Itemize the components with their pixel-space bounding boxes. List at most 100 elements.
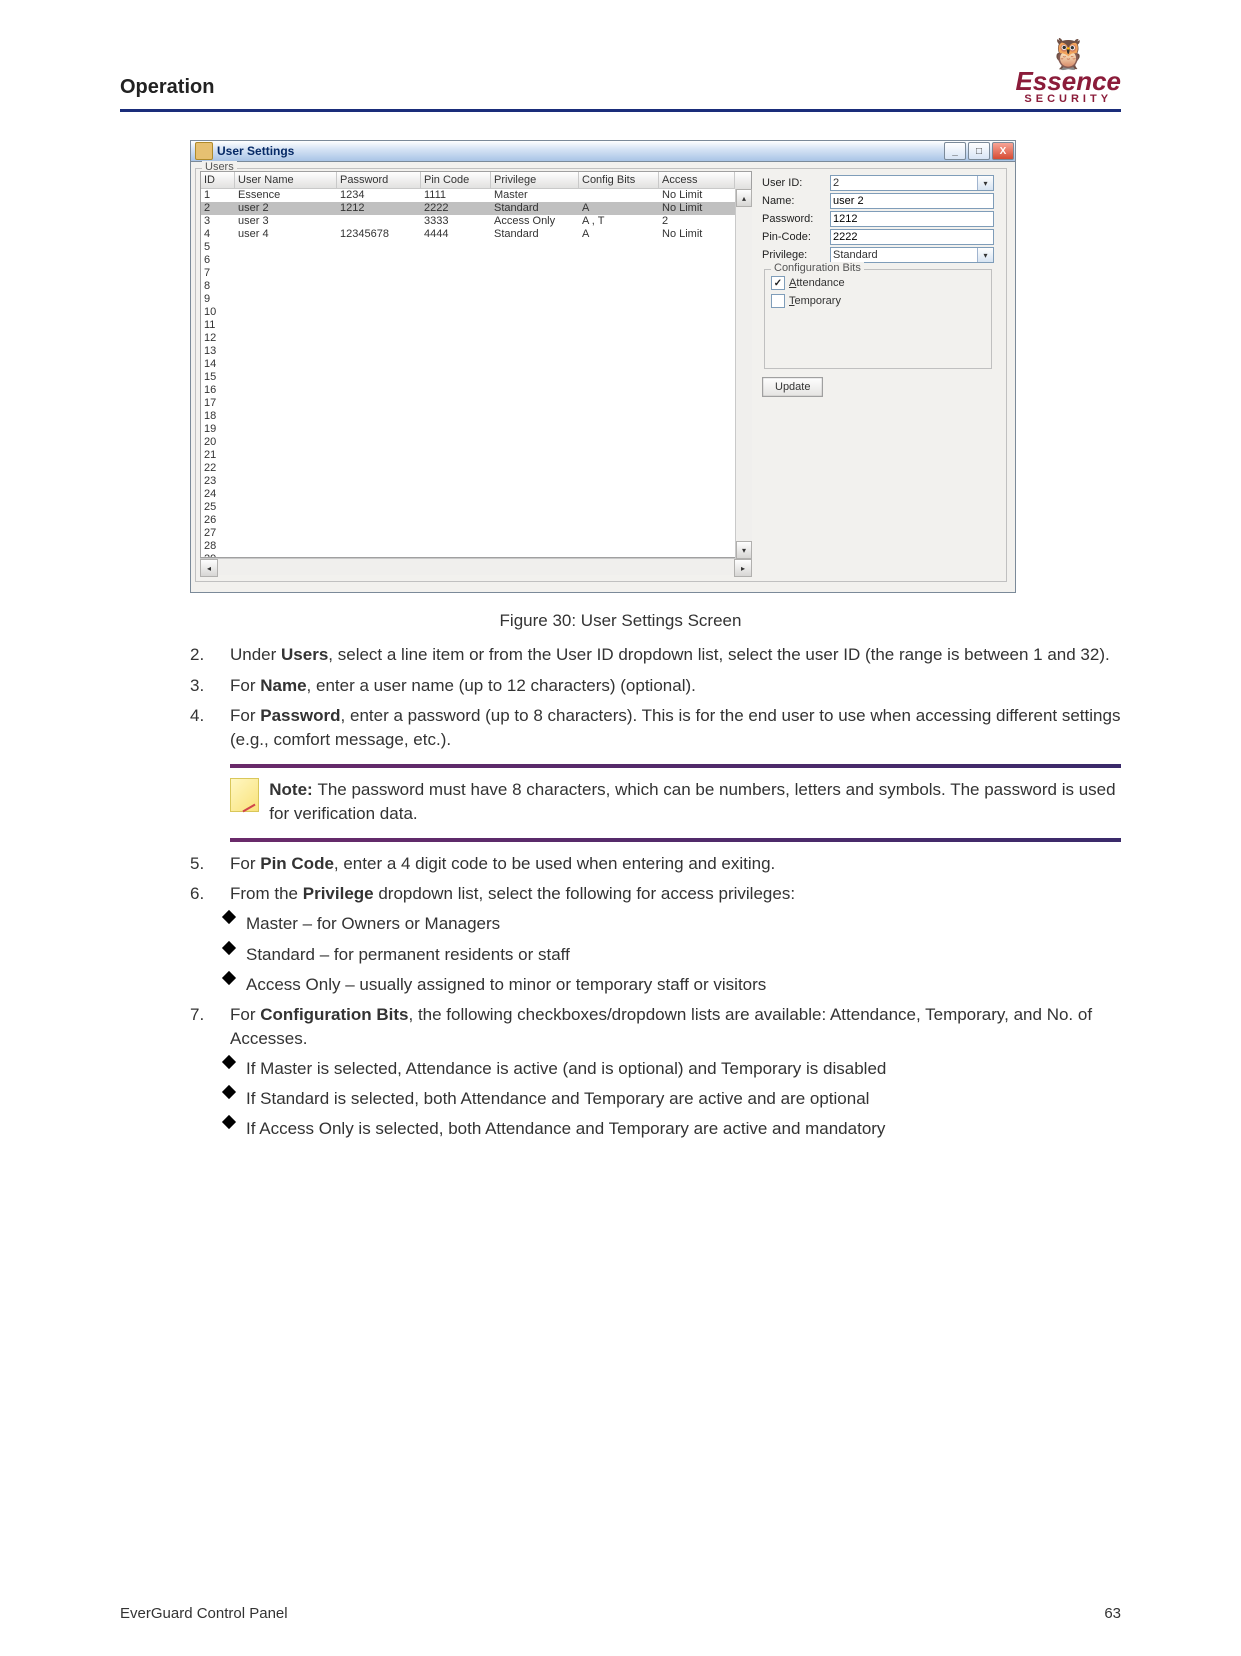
attendance-checkbox[interactable]: ✓ — [771, 276, 785, 290]
table-row[interactable]: 19 — [201, 423, 751, 436]
footer-left: EverGuard Control Panel — [120, 1605, 288, 1622]
note-divider — [230, 838, 1121, 842]
table-row[interactable]: 15 — [201, 371, 751, 384]
document-body: 2. Under Users, select a line item or fr… — [190, 643, 1121, 1141]
vertical-scrollbar[interactable]: ▴ ▾ — [735, 189, 752, 559]
scroll-down-button[interactable]: ▾ — [736, 541, 752, 559]
table-row[interactable]: 27 — [201, 527, 751, 540]
userid-value: 2 — [833, 177, 839, 189]
temporary-label: Temporary — [789, 295, 841, 307]
brand-subtitle: SECURITY — [1024, 93, 1112, 105]
pincode-input[interactable] — [830, 229, 994, 245]
diamond-icon — [222, 971, 236, 985]
dropdown-icon[interactable]: ▾ — [977, 248, 993, 262]
note-text: The password must have 8 characters, whi… — [269, 780, 1115, 823]
bullet-item: Master – for Owners or Managers — [224, 912, 1121, 936]
table-row[interactable]: 29 — [201, 553, 751, 557]
table-row[interactable]: 22 — [201, 462, 751, 475]
col-privilege[interactable]: Privilege — [491, 172, 579, 189]
page-header: Operation 🦉 Essence SECURITY — [120, 40, 1121, 105]
attendance-checkbox-row[interactable]: ✓ Attendance — [771, 276, 985, 290]
table-row[interactable]: 9 — [201, 293, 751, 306]
table-row[interactable]: 4user 4123456784444StandardANo Limit — [201, 228, 751, 241]
privilege-label: Privilege: — [762, 249, 830, 261]
temporary-checkbox[interactable] — [771, 294, 785, 308]
bullet-item: If Master is selected, Attendance is act… — [224, 1057, 1121, 1081]
col-pincode[interactable]: Pin Code — [421, 172, 491, 189]
table-row[interactable]: 1Essence12341111MasterNo Limit — [201, 189, 751, 202]
table-row[interactable]: 12 — [201, 332, 751, 345]
users-table[interactable]: ID User Name Password Pin Code Privilege… — [200, 171, 752, 558]
page-number: 63 — [1104, 1605, 1121, 1622]
table-row[interactable]: 21 — [201, 449, 751, 462]
dialog-icon — [195, 142, 213, 160]
table-header: ID User Name Password Pin Code Privilege… — [201, 172, 751, 189]
figure-caption: Figure 30: User Settings Screen — [120, 611, 1121, 631]
table-row[interactable]: 18 — [201, 410, 751, 423]
note-divider — [230, 764, 1121, 768]
dropdown-icon[interactable]: ▾ — [977, 176, 993, 190]
col-id[interactable]: ID — [201, 172, 235, 189]
privilege-dropdown[interactable]: Standard ▾ — [830, 247, 994, 263]
col-password[interactable]: Password — [337, 172, 421, 189]
scroll-up-button[interactable]: ▴ — [736, 189, 752, 207]
col-username[interactable]: User Name — [235, 172, 337, 189]
config-bits-label: Configuration Bits — [771, 262, 864, 274]
table-row[interactable]: 5 — [201, 241, 751, 254]
step-4: 4. For Password, enter a password (up to… — [190, 704, 1121, 752]
bullet-item: Access Only – usually assigned to minor … — [224, 973, 1121, 997]
diamond-icon — [222, 910, 236, 924]
table-row[interactable]: 23 — [201, 475, 751, 488]
diamond-icon — [222, 940, 236, 954]
step-2: 2. Under Users, select a line item or fr… — [190, 643, 1121, 667]
diamond-icon — [222, 1115, 236, 1129]
note-bold: Note: — [269, 780, 317, 799]
table-row[interactable]: 11 — [201, 319, 751, 332]
maximize-button[interactable]: □ — [968, 142, 990, 160]
table-row[interactable]: 10 — [201, 306, 751, 319]
name-input[interactable] — [830, 193, 994, 209]
bullet-item: Standard – for permanent residents or st… — [224, 943, 1121, 967]
col-access[interactable]: Access — [659, 172, 735, 189]
userid-dropdown[interactable]: 2 ▾ — [830, 175, 994, 191]
table-row[interactable]: 14 — [201, 358, 751, 371]
table-row[interactable]: 28 — [201, 540, 751, 553]
step-5: 5. For Pin Code, enter a 4 digit code to… — [190, 852, 1121, 876]
brand-logo: 🦉 Essence SECURITY — [1015, 40, 1121, 105]
scroll-right-button[interactable]: ▸ — [734, 559, 752, 577]
password-label: Password: — [762, 213, 830, 225]
scrollbar-track[interactable] — [218, 559, 734, 575]
table-row[interactable]: 3user 33333Access OnlyA , T2 — [201, 215, 751, 228]
step-number: 2. — [190, 643, 230, 667]
bullet-item: If Standard is selected, both Attendance… — [224, 1087, 1121, 1111]
table-row[interactable]: 24 — [201, 488, 751, 501]
table-row[interactable]: 26 — [201, 514, 751, 527]
minimize-button[interactable]: _ — [944, 142, 966, 160]
table-row[interactable]: 16 — [201, 384, 751, 397]
temporary-checkbox-row[interactable]: Temporary — [771, 294, 985, 308]
table-row[interactable]: 17 — [201, 397, 751, 410]
diamond-icon — [222, 1085, 236, 1099]
table-row[interactable]: 2user 212122222StandardANo Limit — [201, 202, 751, 215]
brand-name: Essence — [1015, 70, 1121, 93]
col-configbits[interactable]: Config Bits — [579, 172, 659, 189]
table-row[interactable]: 13 — [201, 345, 751, 358]
update-button[interactable]: Update — [762, 377, 823, 397]
scroll-left-button[interactable]: ◂ — [200, 559, 218, 577]
config-bits-group: Configuration Bits ✓ Attendance Temporar… — [764, 269, 992, 369]
userid-label: User ID: — [762, 177, 830, 189]
attendance-label: Attendance — [789, 277, 845, 289]
table-row[interactable]: 8 — [201, 280, 751, 293]
table-row[interactable]: 25 — [201, 501, 751, 514]
dialog-titlebar: User Settings _ □ X — [191, 141, 1015, 162]
horizontal-scrollbar[interactable]: ◂ ▸ — [200, 558, 752, 575]
table-row[interactable]: 20 — [201, 436, 751, 449]
section-title: Operation — [120, 76, 214, 99]
table-row[interactable]: 6 — [201, 254, 751, 267]
note-block: Note: The password must have 8 character… — [230, 778, 1121, 826]
name-label: Name: — [762, 195, 830, 207]
table-row[interactable]: 7 — [201, 267, 751, 280]
close-button[interactable]: X — [992, 142, 1014, 160]
password-input[interactable] — [830, 211, 994, 227]
bullet-item: If Access Only is selected, both Attenda… — [224, 1117, 1121, 1141]
